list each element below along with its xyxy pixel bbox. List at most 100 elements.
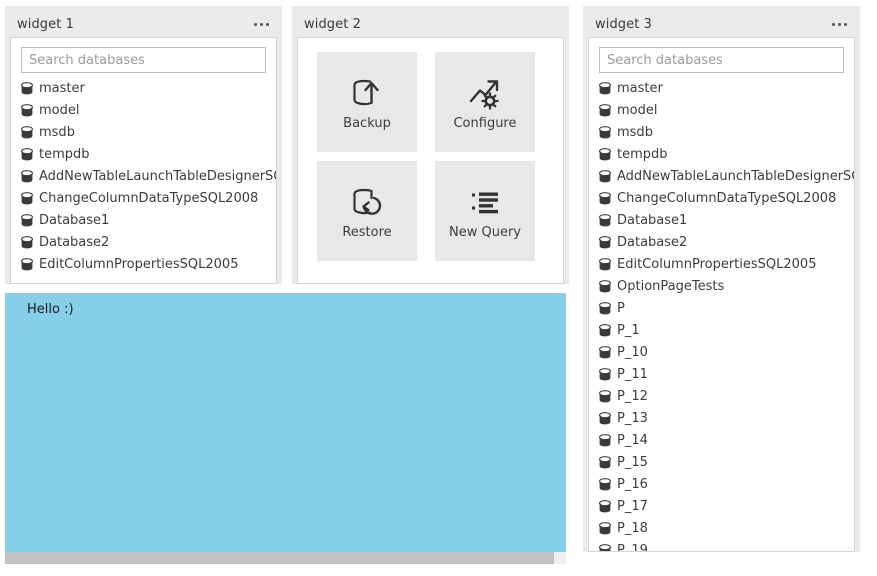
- database-icon: [21, 170, 33, 183]
- database-icon: [21, 214, 33, 227]
- list-item[interactable]: model: [11, 99, 276, 121]
- restore-icon-wrap: [348, 183, 386, 223]
- database-name-label: P_14: [617, 433, 648, 448]
- database-icon: [599, 236, 611, 249]
- widget-3-title: widget 3: [595, 17, 652, 32]
- list-item[interactable]: Database2: [589, 231, 854, 253]
- list-item[interactable]: AddNewTableLaunchTableDesignerSQL2: [589, 165, 854, 187]
- list-item[interactable]: ChangeColumnDataTypeSQL2008: [589, 187, 854, 209]
- list-item[interactable]: EditColumnPropertiesSQL2005: [11, 253, 276, 275]
- database-name-label: P_11: [617, 367, 648, 382]
- list-item[interactable]: Database2: [11, 231, 276, 253]
- database-icon: [599, 324, 611, 337]
- widget-3-header: widget 3: [588, 11, 855, 37]
- list-item[interactable]: P_16: [589, 473, 854, 495]
- database-name-label: ChangeColumnDataTypeSQL2008: [39, 191, 258, 206]
- widget-2-panel: widget 2 BackupConfigureRestoreNew Query: [292, 6, 569, 284]
- list-item[interactable]: master: [11, 77, 276, 99]
- widget-1-title: widget 1: [17, 17, 74, 32]
- new-query-icon: [466, 184, 504, 222]
- database-name-label: ChangeColumnDataTypeSQL2008: [617, 191, 836, 206]
- database-icon: [21, 82, 33, 95]
- database-name-label: Database2: [617, 235, 687, 250]
- list-item[interactable]: Database1: [589, 209, 854, 231]
- configure-button[interactable]: Configure: [435, 52, 535, 152]
- database-name-label: EditColumnPropertiesSQL2005: [39, 257, 238, 272]
- database-icon: [21, 126, 33, 139]
- widget-3-body: master model msdb tempdb AddNewTableLaunchTa…: [588, 37, 855, 552]
- database-icon: [599, 126, 611, 139]
- database-name-label: AddNewTableLaunchTableDesignerSQL2: [39, 169, 276, 184]
- widget-1-header: widget 1: [10, 11, 277, 37]
- list-item[interactable]: Database1: [11, 209, 276, 231]
- action-tile-grid: Backup Configure Restore New Query: [298, 38, 563, 261]
- configure-icon: [466, 75, 504, 113]
- tile-label: Configure: [453, 116, 516, 131]
- database-name-label: P_1: [617, 323, 640, 338]
- database-icon: [21, 148, 33, 161]
- list-item[interactable]: P_10: [589, 341, 854, 363]
- database-name-label: msdb: [617, 125, 653, 140]
- list-item[interactable]: model: [589, 99, 854, 121]
- database-name-label: master: [617, 81, 663, 96]
- database-name-label: Database2: [39, 235, 109, 250]
- list-item[interactable]: P_15: [589, 451, 854, 473]
- tile-label: Restore: [342, 225, 391, 240]
- ellipsis-icon[interactable]: [830, 19, 849, 30]
- database-name-label: tempdb: [617, 147, 668, 162]
- search-input[interactable]: [599, 47, 844, 73]
- database-name-label: Database1: [39, 213, 109, 228]
- database-name-label: P_16: [617, 477, 648, 492]
- list-item[interactable]: ChangeColumnDataTypeSQL2008: [11, 187, 276, 209]
- database-icon: [599, 170, 611, 183]
- backup-button[interactable]: Backup: [317, 52, 417, 152]
- new-query-button[interactable]: New Query: [435, 161, 535, 261]
- list-item[interactable]: master: [589, 77, 854, 99]
- database-icon: [599, 478, 611, 491]
- widget-3-panel: widget 3 master model msdb tempdb AddNewTabl…: [583, 6, 860, 552]
- list-item[interactable]: P_11: [589, 363, 854, 385]
- database-icon: [599, 192, 611, 205]
- horizontal-scrollbar-track[interactable]: [5, 552, 566, 564]
- list-item[interactable]: P_14: [589, 429, 854, 451]
- list-item[interactable]: P_17: [589, 495, 854, 517]
- widget-3-search-wrap: [589, 38, 854, 73]
- note-text: Hello :): [5, 293, 566, 317]
- tile-label: Backup: [343, 116, 391, 131]
- database-icon: [599, 500, 611, 513]
- list-item[interactable]: tempdb: [11, 143, 276, 165]
- widget-3-database-list: master model msdb tempdb AddNewTableLaunchTa…: [589, 73, 854, 552]
- database-name-label: AddNewTableLaunchTableDesignerSQL2: [617, 169, 854, 184]
- list-item[interactable]: EditColumnPropertiesSQL2005: [589, 253, 854, 275]
- list-item[interactable]: msdb: [11, 121, 276, 143]
- database-icon: [599, 82, 611, 95]
- database-icon: [599, 522, 611, 535]
- widget-1-database-list: master modelmsdbtempdb AddNewTableLaunchTa…: [11, 73, 276, 275]
- widget-1-search-wrap: [11, 38, 276, 73]
- list-item[interactable]: P_19: [589, 539, 854, 552]
- database-icon: [599, 346, 611, 359]
- list-item[interactable]: P_1: [589, 319, 854, 341]
- list-item[interactable]: msdb: [589, 121, 854, 143]
- list-item[interactable]: P_18: [589, 517, 854, 539]
- configure-icon-wrap: [466, 74, 504, 114]
- database-icon: [599, 214, 611, 227]
- ellipsis-icon[interactable]: [252, 19, 271, 30]
- database-name-label: P_12: [617, 389, 648, 404]
- widget-1-body: master modelmsdbtempdb AddNewTableLaunchTa…: [10, 37, 277, 284]
- note-widget: Hello :): [5, 293, 566, 564]
- widget-2-body: Backup Configure Restore New Query: [297, 37, 564, 284]
- list-item[interactable]: AddNewTableLaunchTableDesignerSQL2: [11, 165, 276, 187]
- list-item[interactable]: P_12: [589, 385, 854, 407]
- database-icon: [21, 258, 33, 271]
- list-item[interactable]: tempdb: [589, 143, 854, 165]
- list-item[interactable]: OptionPageTests: [589, 275, 854, 297]
- database-name-label: master: [39, 81, 85, 96]
- database-name-label: P_13: [617, 411, 648, 426]
- search-input[interactable]: [21, 47, 266, 73]
- horizontal-scrollbar-thumb[interactable]: [5, 552, 554, 564]
- list-item[interactable]: P: [589, 297, 854, 319]
- widget-1-panel: widget 1 master modelmsdbtempdb AddNewTabl…: [5, 6, 282, 284]
- list-item[interactable]: P_13: [589, 407, 854, 429]
- restore-button[interactable]: Restore: [317, 161, 417, 261]
